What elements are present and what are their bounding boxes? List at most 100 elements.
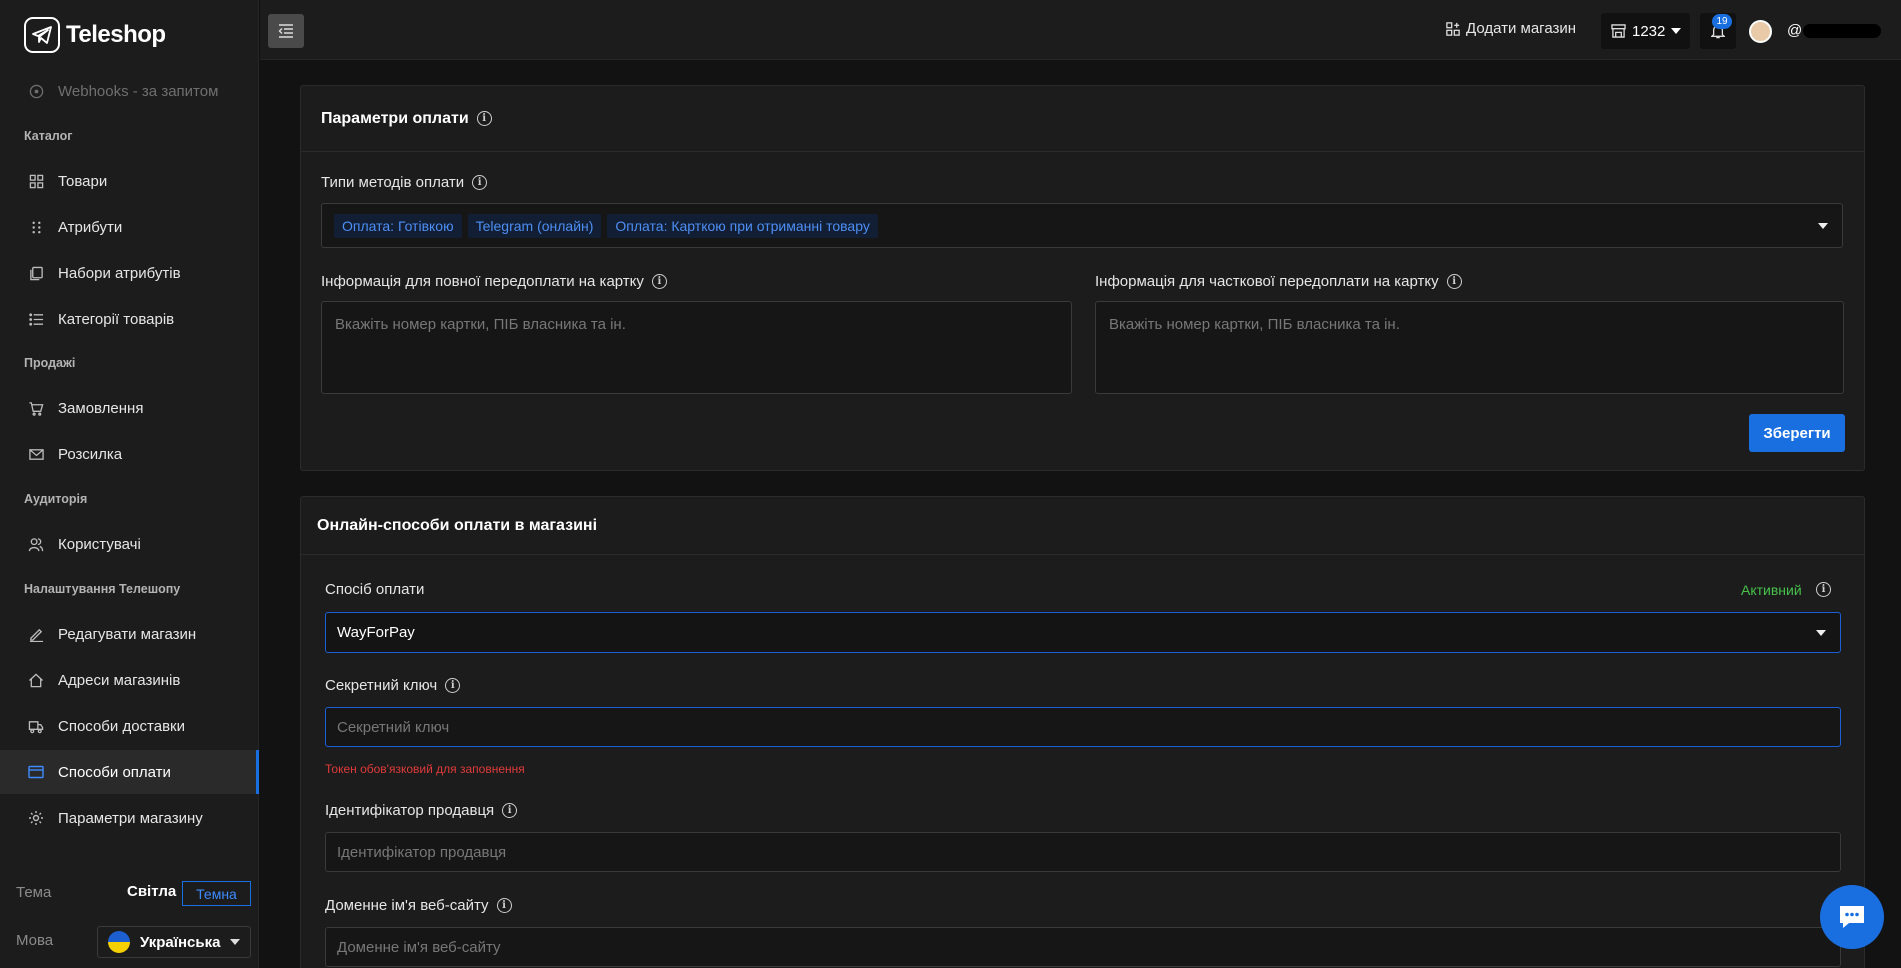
logo[interactable]: Teleshop — [24, 16, 166, 54]
secret-key-input[interactable] — [326, 708, 1840, 746]
payment-params-card: Параметри оплати i Типи методів оплати i… — [300, 85, 1865, 471]
domain-label: Доменне ім'я веб-сайту i — [325, 897, 512, 914]
card-header: Параметри оплати i — [301, 86, 1864, 152]
domain-input[interactable] — [326, 928, 1840, 966]
add-grid-icon — [1446, 21, 1460, 36]
label-text: Інформація для повної передоплати на кар… — [321, 273, 644, 290]
sidebar-item-categories[interactable]: Категорії товарів — [0, 297, 259, 341]
sidebar-item-label: Редагувати магазин — [58, 625, 197, 643]
section-settings: Налаштування Телешопу — [24, 582, 181, 596]
theme-label: Тема — [16, 884, 52, 901]
sidebar-item-mailing[interactable]: Розсилка — [0, 432, 259, 476]
merchant-id-input[interactable] — [326, 833, 1840, 871]
username-redaction — [1803, 24, 1881, 38]
sidebar-item-shop-params[interactable]: Параметри магазину — [0, 796, 259, 840]
full-prepay-input[interactable] — [322, 302, 1071, 393]
domain-field[interactable] — [325, 927, 1841, 967]
cart-icon — [28, 400, 44, 416]
truck-icon — [28, 718, 44, 734]
online-payment-card: Онлайн-способи оплати в магазині Спосіб … — [300, 496, 1865, 968]
webhook-icon — [28, 83, 44, 99]
home-icon — [28, 672, 44, 688]
tag-card-on-delivery[interactable]: Оплата: Карткою при отриманні товару — [607, 214, 878, 238]
dots-icon — [28, 219, 44, 235]
sidebar-item-label: Способи доставки — [58, 717, 185, 735]
info-icon[interactable]: i — [651, 274, 667, 289]
merchant-id-label: Ідентифікатор продавця i — [325, 802, 518, 819]
full-prepay-label: Інформація для повної передоплати на кар… — [321, 273, 667, 290]
info-icon[interactable]: i — [496, 898, 512, 913]
theme-dark-option[interactable]: Темна — [182, 881, 251, 906]
sidebar: Teleshop Webhooks - за запитом Каталог Т… — [0, 0, 259, 968]
payment-types-select[interactable]: Оплата: Готівкою Telegram (онлайн) Оплат… — [321, 203, 1843, 248]
sidebar-item-label: Набори атрибутів — [58, 264, 181, 282]
menu-collapse-icon — [278, 24, 293, 38]
info-icon[interactable]: i — [472, 175, 488, 190]
sidebar-item-label: Атрибути — [58, 218, 123, 236]
info-icon[interactable]: i — [502, 803, 518, 818]
ukraine-flag-icon — [108, 931, 130, 953]
sidebar-item-edit-shop[interactable]: Редагувати магазин — [0, 612, 259, 656]
store-icon — [1611, 24, 1626, 38]
theme-light-option[interactable]: Світла — [127, 883, 176, 900]
secret-key-field[interactable] — [325, 707, 1841, 747]
avatar[interactable] — [1749, 20, 1772, 43]
section-sales: Продажі — [24, 356, 76, 370]
sidebar-item-attribute-sets[interactable]: Набори атрибутів — [0, 251, 259, 295]
info-icon[interactable]: i — [445, 678, 461, 693]
info-icon[interactable]: i — [1816, 582, 1831, 597]
selected-tags: Оплата: Готівкою Telegram (онлайн) Оплат… — [334, 214, 878, 238]
chat-support-button[interactable] — [1820, 885, 1884, 949]
card-title: Параметри оплати — [321, 109, 469, 127]
info-icon[interactable]: i — [1446, 274, 1462, 289]
payment-types-label: Типи методів оплати i — [321, 174, 488, 191]
sidebar-item-attributes[interactable]: Атрибути — [0, 205, 259, 249]
language-value: Українська — [140, 933, 221, 951]
payment-method-label: Спосіб оплати — [325, 581, 424, 598]
tag-cash[interactable]: Оплата: Готівкою — [334, 214, 462, 238]
notification-badge: 19 — [1712, 14, 1732, 29]
info-icon[interactable]: i — [476, 111, 492, 126]
label-text: Ідентифікатор продавця — [325, 802, 495, 819]
section-audience: Аудиторія — [24, 492, 88, 506]
sidebar-item-label: Товари — [58, 172, 108, 190]
telegram-icon — [24, 17, 60, 53]
sidebar-item-delivery[interactable]: Способи доставки — [0, 704, 259, 748]
card-title: Онлайн-способи оплати в магазині — [317, 516, 598, 534]
partial-prepay-label: Інформація для часткової передоплати на … — [1095, 273, 1462, 290]
sidebar-item-payment[interactable]: Способи оплати — [0, 750, 259, 794]
language-select[interactable]: Українська — [97, 926, 251, 958]
save-button[interactable]: Зберегти — [1749, 414, 1845, 452]
payment-method-select[interactable]: WayForPay — [325, 612, 1841, 653]
partial-prepay-input[interactable] — [1096, 302, 1843, 393]
partial-prepay-textarea[interactable] — [1095, 301, 1844, 394]
label-text: Інформація для часткової передоплати на … — [1095, 273, 1439, 290]
sidebar-item-webhooks[interactable]: Webhooks - за запитом — [0, 69, 259, 113]
add-shop-button[interactable]: Додати магазин — [1446, 20, 1576, 37]
card-icon — [28, 764, 44, 780]
sidebar-item-goods[interactable]: Товари — [0, 159, 259, 203]
status-badge: Активний — [1741, 582, 1802, 598]
sidebar-item-shop-addresses[interactable]: Адреси магазинів — [0, 658, 259, 702]
sidebar-item-label: Категорії товарів — [58, 310, 175, 328]
menu-toggle-button[interactable] — [268, 14, 304, 48]
sidebar-item-orders[interactable]: Замовлення — [0, 386, 259, 430]
section-catalog: Каталог — [24, 129, 73, 143]
tag-telegram-online[interactable]: Telegram (онлайн) — [467, 214, 602, 238]
sidebar-item-label: Користувачі — [58, 535, 141, 553]
chevron-down-icon — [1818, 222, 1828, 229]
full-prepay-textarea[interactable] — [321, 301, 1072, 394]
sidebar-item-users[interactable]: Користувачі — [0, 522, 259, 566]
merchant-id-field[interactable] — [325, 832, 1841, 872]
label-text: Спосіб оплати — [325, 581, 425, 598]
store-id: 1232 — [1632, 22, 1666, 40]
store-select[interactable]: 1232 — [1601, 13, 1690, 49]
sidebar-item-label: Розсилка — [58, 445, 123, 463]
topbar: Додати магазин 1232 19 @ — [260, 0, 1901, 60]
copy-icon — [28, 265, 44, 281]
brand-name: Teleshop — [66, 21, 166, 48]
add-shop-label: Додати магазин — [1466, 20, 1577, 37]
chevron-down-icon — [1671, 28, 1682, 34]
grid-icon — [28, 173, 44, 189]
pencil-icon — [28, 626, 44, 642]
